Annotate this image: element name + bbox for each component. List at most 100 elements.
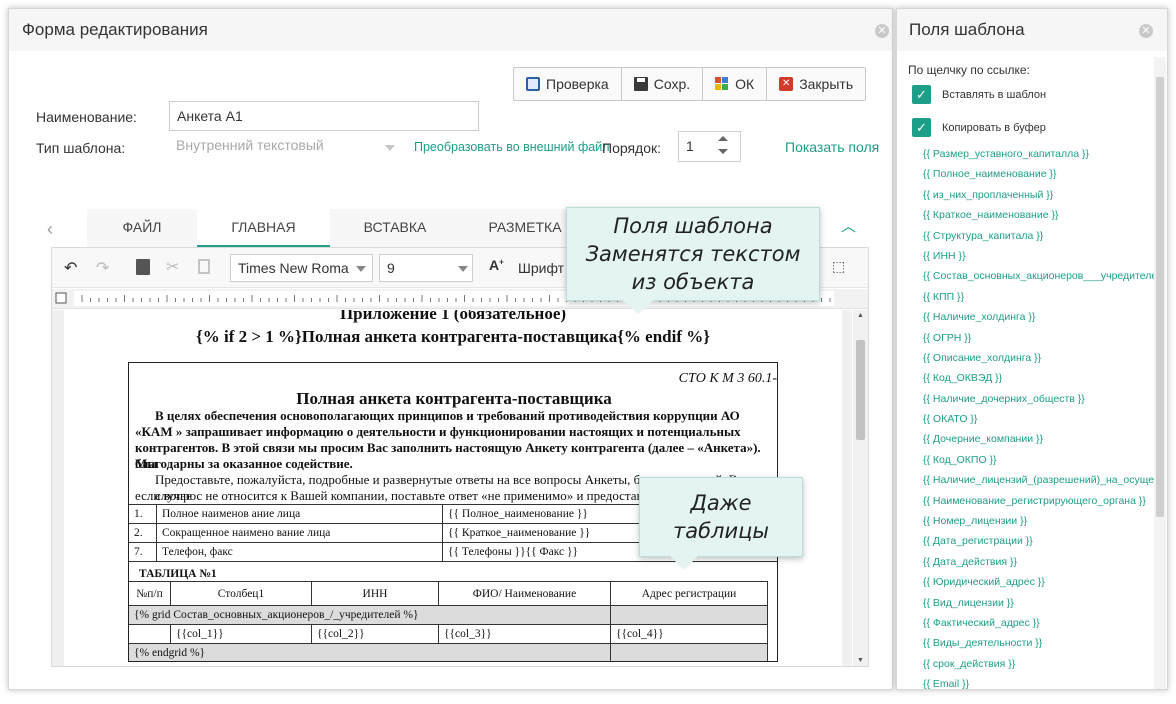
field-link[interactable]: {{ Наличие_дочерних_обществ }} [923, 389, 1163, 409]
field-link[interactable]: {{ КПП }} [923, 287, 1163, 307]
callout-line: Даже [690, 491, 752, 515]
cut-icon[interactable]: ✂ [166, 257, 179, 277]
doc-para1-line1: В целях обеспечения основополагающих при… [155, 408, 740, 423]
callout-line: таблицы [673, 519, 769, 543]
redo-icon[interactable]: ↷ [96, 258, 109, 278]
panel-scrollbar[interactable] [1154, 57, 1166, 689]
field-link[interactable]: {{ срок_действия }} [923, 654, 1163, 674]
field-link[interactable]: {{ Номер_лицензии }} [923, 511, 1163, 531]
name-label: Наименование: [36, 109, 137, 125]
panel-scrollbar-thumb[interactable] [1156, 77, 1164, 517]
show-fields-link[interactable]: Показать поля [785, 139, 879, 155]
column-header: Столбец1 [170, 581, 312, 606]
column-header: №п/п [129, 581, 171, 606]
copy-icon[interactable] [198, 259, 210, 274]
row-number: 2. [129, 523, 157, 543]
callout-pointer [670, 556, 698, 570]
chevron-down-icon [356, 266, 366, 272]
font-name-value: Times New Roma [238, 260, 349, 276]
font-group-label: Шрифт [518, 260, 565, 276]
field-link[interactable]: {{ Юридический_адрес }} [923, 572, 1163, 592]
row-label: Сокращенное наимено вание лица [156, 523, 443, 543]
check-icon [526, 77, 540, 91]
tab-file[interactable]: ФАЙЛ [87, 209, 197, 247]
name-input[interactable]: Анкета А1 [169, 101, 479, 131]
copy-checkbox-label: Копировать в буфер [942, 122, 1046, 134]
field-link[interactable]: {{ Фактический_адрес }} [923, 613, 1163, 633]
stepper-up-icon[interactable] [718, 136, 728, 141]
edit-form-window: Форма редактирования ✕ Проверка Сохр. ОК… [8, 8, 893, 690]
grid-cell-row: {{col_1}} {{col_2}} {{col_3}} {{col_4}} [129, 624, 768, 644]
save-button-label: Сохр. [653, 76, 691, 92]
field-link[interactable]: {{ Описание_холдинга }} [923, 348, 1163, 368]
editor-scrollbar[interactable]: ▲ ▼ [853, 310, 868, 666]
convert-external-file-link[interactable]: Преобразовать во внешний файл [414, 140, 610, 154]
callout-line: Заменятся текстом [585, 242, 801, 266]
field-link[interactable]: {{ Наличие_холдинга }} [923, 307, 1163, 327]
field-link[interactable]: {{ ИНН }} [923, 246, 1163, 266]
field-link[interactable]: {{ Дочерние_компании }} [923, 429, 1163, 449]
select-cursor-icon[interactable]: ⬚ [832, 258, 845, 275]
close-panel-icon[interactable]: ✕ [1139, 24, 1153, 38]
grow-font-icon[interactable]: A+ [489, 257, 504, 273]
field-link[interactable]: {{ Дата_регистрации }} [923, 531, 1163, 551]
field-link[interactable]: {{ из_них_проплаченный }} [923, 185, 1163, 205]
field-link[interactable]: {{ Вид_лицензии }} [923, 593, 1163, 613]
stepper-down-icon[interactable] [718, 149, 728, 154]
chevron-up-icon[interactable]: ︿ [841, 215, 856, 236]
field-link[interactable]: {{ Краткое_наименование }} [923, 205, 1163, 225]
panel-title-bar: Поля шаблона ✕ [897, 9, 1167, 51]
template-fields-panel: Поля шаблона ✕ По щелчку по ссылке: ✓ Вс… [896, 8, 1168, 690]
doc-title: Полная анкета контрагента-поставщика [296, 389, 612, 408]
row-label: Телефон, факс [156, 542, 443, 562]
field-link[interactable]: {{ Код_ОКПО }} [923, 450, 1163, 470]
field-link[interactable]: {{ Email }} [923, 674, 1163, 689]
field-link[interactable]: {{ Структура_капитала }} [923, 226, 1163, 246]
tab-home[interactable]: ГЛАВНАЯ [197, 209, 330, 247]
field-link[interactable]: {{ ОГРН }} [923, 328, 1163, 348]
field-link[interactable]: {{ Дата_действия }} [923, 552, 1163, 572]
scroll-down-icon[interactable]: ▼ [857, 657, 864, 664]
undo-icon[interactable]: ↶ [64, 258, 77, 278]
ok-icon [715, 77, 730, 91]
field-link[interactable]: {{ Размер_уставного_капиталла }} [923, 144, 1163, 164]
template-type-label: Тип шаблона: [36, 140, 126, 156]
column-header: ФИО/ Наименование [438, 581, 611, 606]
order-label: Порядок: [602, 140, 662, 156]
doc-heading-top: Приложение 1 (обязательное) [339, 310, 567, 323]
tables-callout: Даже таблицы [639, 477, 803, 570]
check-button[interactable]: Проверка [514, 68, 622, 100]
scroll-up-icon[interactable]: ▲ [857, 312, 864, 319]
order-stepper[interactable]: 1 [678, 131, 741, 162]
grid-end-tag: {% endgrid %} [129, 643, 611, 661]
column-header: Адрес регистрации [610, 581, 768, 606]
close-icon: ✕ [779, 77, 794, 91]
title-bar: Форма редактирования ✕ [9, 9, 892, 51]
chevron-down-icon [385, 145, 395, 151]
font-name-select[interactable]: Times New Roma [230, 254, 373, 282]
row-number: 7. [129, 542, 157, 562]
chevron-left-icon[interactable]: ‹ [47, 219, 53, 240]
close-window-icon[interactable]: ✕ [875, 24, 889, 38]
scrollbar-thumb[interactable] [856, 340, 865, 440]
grid-cell: {{col_2}} [311, 624, 439, 644]
field-link[interactable]: {{ Наименование_регистрирующего_органа }… [923, 491, 1163, 511]
ok-button-label: ОК [735, 76, 755, 92]
insert-checkbox[interactable]: ✓ [912, 85, 931, 104]
copy-checkbox[interactable]: ✓ [912, 118, 931, 137]
tab-insert[interactable]: ВСТАВКА [330, 209, 460, 247]
field-link[interactable]: {{ Полное_наименование }} [923, 164, 1163, 184]
template-type-select[interactable]: Внутренний текстовый [169, 131, 404, 161]
ok-button[interactable]: ОК [703, 68, 768, 100]
doc-para1-line4: благодарны за оказанное содействие. [135, 456, 353, 471]
close-button[interactable]: ✕ Закрыть [767, 68, 865, 100]
field-link[interactable]: {{ Код_ОКВЭД }} [923, 368, 1163, 388]
field-link[interactable]: {{ Наличие_лицензий_(разрешений)_на_осущ… [923, 470, 1163, 490]
field-link[interactable]: {{ Виды_деятельности }} [923, 633, 1163, 653]
field-link[interactable]: {{ Состав_основных_акционеров___учредите… [923, 266, 1163, 286]
paste-icon[interactable] [136, 259, 150, 275]
field-link[interactable]: {{ ОКАТО }} [923, 409, 1163, 429]
doc-para2-line2: если вопрос не относится к Вашей компани… [135, 488, 660, 503]
save-button[interactable]: Сохр. [622, 68, 704, 100]
grid-start-row: {% grid Состав_основных_акционеров_/_учр… [129, 605, 768, 625]
